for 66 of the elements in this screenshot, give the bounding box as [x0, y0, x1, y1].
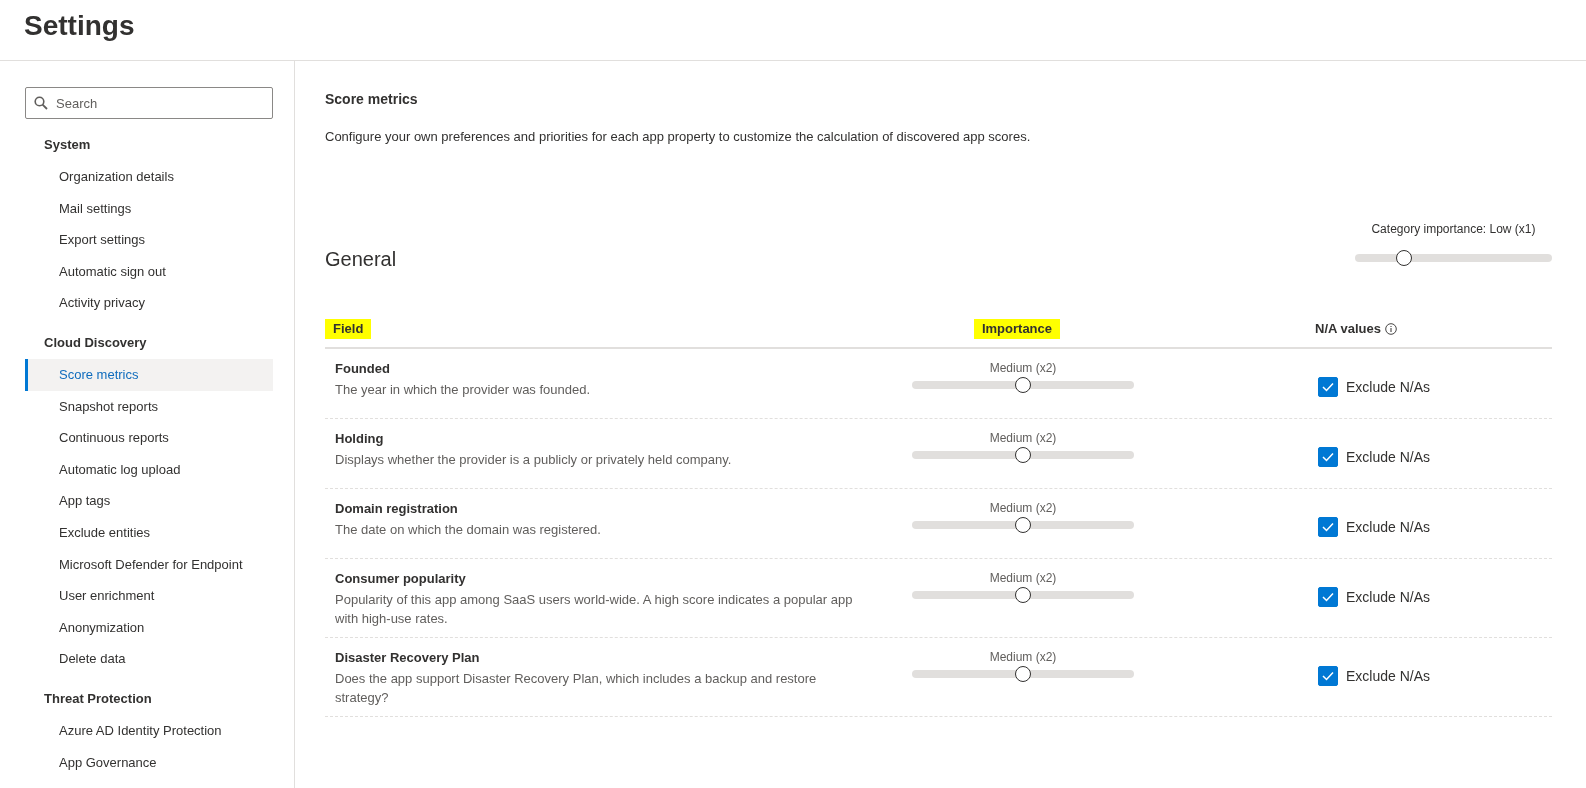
slider-thumb[interactable] — [1015, 666, 1031, 682]
field-description: Popularity of this app among SaaS users world-wide. A high score indicates a popular app with high-use rates. — [335, 591, 854, 628]
checkmark-icon — [1322, 671, 1334, 681]
nav-item[interactable]: Activity privacy — [25, 287, 273, 319]
field-name: Consumer popularity — [335, 571, 467, 586]
slider-thumb[interactable] — [1015, 517, 1031, 533]
field-name: Founded — [335, 361, 391, 376]
checkbox[interactable] — [1318, 666, 1338, 686]
nav-item[interactable]: Mail settings — [25, 192, 273, 225]
slider-thumb[interactable] — [1015, 587, 1031, 603]
importance-label: Medium (x2) — [989, 361, 1057, 375]
field-description: The year in which the provider was founded. — [335, 381, 592, 399]
field-name: Domain registration — [335, 501, 459, 516]
importance-label: Medium (x2) — [989, 431, 1057, 445]
checkbox-label: Exclude N/As — [1346, 449, 1431, 465]
column-header: N/A values — [1307, 319, 1405, 339]
section-description: Configure your own preferences and priorities for each app property to customize the calculation of discovered app scores. — [325, 129, 1032, 144]
search-field[interactable]: Search — [25, 87, 273, 119]
category-importance-label: Category importance: Low (x1) — [1371, 222, 1536, 236]
nav-item[interactable]: Microsoft Defender for Endpoint — [25, 548, 273, 581]
field-name: Holding — [335, 431, 385, 446]
nav-item[interactable]: Score metrics — [25, 358, 273, 391]
nav-group-heading: Cloud Discovery — [43, 333, 148, 352]
category-title: General — [325, 248, 397, 271]
slider-thumb[interactable] — [1396, 250, 1413, 266]
importance-label: Medium (x2) — [989, 571, 1057, 585]
checkbox[interactable] — [1318, 447, 1338, 467]
checkbox[interactable] — [1318, 517, 1338, 537]
checkmark-icon — [1322, 382, 1334, 392]
nav-item[interactable]: Exclude entities — [25, 516, 273, 549]
nav-item[interactable]: Continuous reports — [25, 422, 273, 454]
nav-item[interactable]: Azure AD Identity Protection — [25, 714, 273, 747]
nav-item[interactable]: User enrichment — [25, 580, 273, 612]
importance-label: Medium (x2) — [989, 650, 1057, 664]
slider-thumb[interactable] — [1015, 377, 1031, 393]
field-description: Does the app support Disaster Recovery Plan, which includes a backup and restore strategy? — [335, 670, 818, 707]
nav-item[interactable]: Anonymization — [25, 611, 273, 644]
checkmark-icon — [1322, 452, 1334, 462]
section-title: Score metrics — [325, 91, 419, 107]
search-icon — [34, 96, 48, 110]
field-description: The date on which the domain was registered. — [335, 521, 602, 539]
checkbox-label: Exclude N/As — [1346, 379, 1431, 395]
checkbox-label: Exclude N/As — [1346, 519, 1431, 535]
field-description: Displays whether the provider is a publicly or privately held company. — [335, 451, 733, 469]
nav-item[interactable]: Export settings — [25, 224, 273, 256]
checkbox-label: Exclude N/As — [1346, 668, 1431, 684]
checkbox-label: Exclude N/As — [1346, 589, 1431, 605]
nav-item[interactable]: Snapshot reports — [25, 390, 273, 423]
nav-item[interactable]: App tags — [25, 485, 273, 517]
checkmark-icon — [1322, 592, 1334, 602]
nav-item[interactable]: Automatic log upload — [25, 453, 273, 486]
nav-group-heading: Threat Protection — [43, 689, 153, 708]
checkbox[interactable] — [1318, 377, 1338, 397]
importance-label: Medium (x2) — [989, 501, 1057, 515]
field-name: Disaster Recovery Plan — [335, 650, 481, 665]
checkbox[interactable] — [1318, 587, 1338, 607]
nav-item[interactable]: App Governance — [25, 746, 273, 779]
page-title: Settings — [24, 9, 136, 43]
slider-thumb[interactable] — [1015, 447, 1031, 463]
nav-item[interactable]: Organization details — [25, 161, 273, 193]
column-header: Field — [325, 319, 372, 339]
nav-group-heading: System — [43, 136, 92, 154]
column-header: Importance — [973, 319, 1061, 339]
checkmark-icon — [1322, 522, 1334, 532]
nav-item[interactable]: Delete data — [25, 643, 273, 675]
nav-item[interactable]: Automatic sign out — [25, 255, 273, 288]
